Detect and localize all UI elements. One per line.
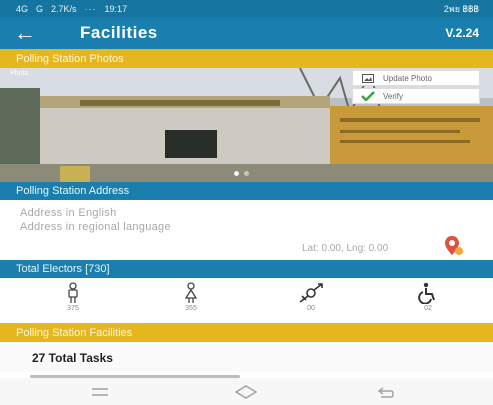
status-right-icons: 2พย ฿฿฿	[443, 3, 479, 14]
total-tasks-label: 27 Total Tasks	[32, 351, 113, 365]
network-indicator: G	[36, 3, 44, 14]
elector-third-gender[interactable]: 00	[286, 278, 336, 322]
back-nav-button[interactable]	[366, 382, 406, 402]
verify-button[interactable]: Verify	[352, 88, 480, 104]
back-arrow-icon: ←	[14, 20, 36, 45]
elector-count-disabled: 02	[424, 305, 432, 312]
photo-icon	[361, 73, 375, 83]
home-button[interactable]	[226, 382, 266, 402]
elector-count-male: 375	[67, 305, 79, 312]
data-speed: 2.7K/s	[51, 3, 77, 14]
system-nav-bar	[0, 378, 493, 405]
checkmark-icon	[361, 91, 375, 101]
polling-station-photo[interactable]: Photo Update Photo Verify	[0, 68, 493, 182]
elector-disabled[interactable]: 02	[403, 278, 453, 322]
signal-indicator: 4G	[16, 3, 29, 14]
elector-count-female: 355	[185, 305, 197, 312]
total-tasks-row[interactable]: 27 Total Tasks	[0, 344, 493, 372]
female-voter-icon	[184, 282, 198, 303]
map-pin-icon[interactable]	[443, 235, 465, 257]
clock: 19:17	[104, 3, 128, 14]
recent-apps-button[interactable]	[80, 382, 120, 402]
elector-male[interactable]: 375	[48, 278, 98, 322]
photos-section-title: Polling Station Photos	[16, 52, 124, 65]
page-title: Facilities	[80, 23, 158, 42]
electors-section-title: Total Electors [730]	[16, 263, 110, 275]
address-section-header: Polling Station Address	[0, 182, 493, 200]
male-voter-icon	[68, 282, 78, 303]
lat-lng-readout: Lat: 0.00, Lng: 0.00	[302, 243, 389, 254]
back-nav-icon	[377, 387, 394, 398]
address-regional: Address in regional language	[20, 221, 171, 233]
address-english: Address in English	[20, 207, 117, 219]
status-bar: 4G G 2.7K/s ··· 19:17 2พย ฿฿฿	[0, 0, 493, 17]
home-icon	[235, 385, 257, 399]
elector-count-third-gender: 00	[307, 305, 315, 312]
pager-dot-active[interactable]	[234, 171, 239, 176]
facilities-section-title: Polling Station Facilities	[16, 326, 133, 339]
photo-pager-dots	[234, 171, 249, 176]
update-photo-label: Update Photo	[383, 73, 432, 83]
facilities-section-header: Polling Station Facilities	[0, 323, 493, 342]
address-section-title: Polling Station Address	[16, 185, 130, 197]
elector-female[interactable]: 355	[166, 278, 216, 322]
disabled-voter-icon	[418, 282, 435, 304]
menu-lines-icon	[92, 388, 108, 396]
back-button[interactable]: ←	[0, 17, 50, 49]
verify-label: Verify	[383, 91, 404, 101]
electors-row: 375 355 00 02	[0, 278, 493, 322]
pager-dot[interactable]	[244, 171, 249, 176]
photo-tag: Photo	[10, 70, 29, 77]
app-version: V.2.24	[445, 26, 479, 40]
app-bar: ← Facilities V.2.24	[0, 17, 493, 49]
electors-section-header: Total Electors [730]	[0, 260, 493, 278]
update-photo-button[interactable]: Update Photo	[352, 70, 480, 86]
third-gender-icon	[299, 283, 323, 303]
photos-section-header: Polling Station Photos	[0, 49, 493, 68]
notification-dots: ···	[84, 3, 97, 14]
